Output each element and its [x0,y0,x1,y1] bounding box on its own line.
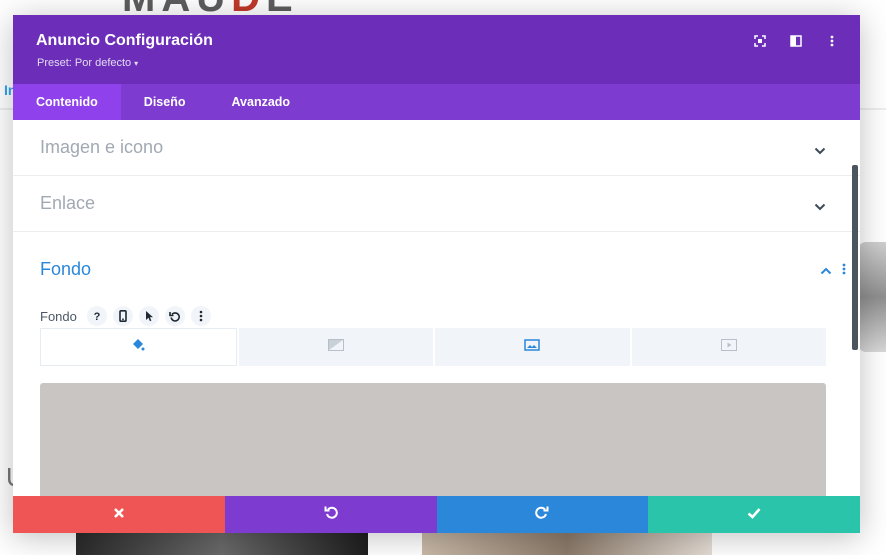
fullscreen-icon[interactable] [750,33,770,49]
chevron-down-icon[interactable] [814,198,826,216]
cancel-button[interactable] [13,496,225,533]
tab-contenido[interactable]: Contenido [13,84,121,120]
more-vertical-icon[interactable] [822,33,842,49]
more-vertical-icon[interactable] [842,262,846,280]
preset-selector[interactable]: Preset: Por defecto ▾ [37,57,138,69]
section-enlace[interactable]: Enlace [13,176,860,232]
chevron-up-icon[interactable] [820,262,832,280]
scrollbar[interactable] [852,165,858,350]
tab-image[interactable] [435,328,630,366]
site-photo [422,530,712,555]
preset-label: Preset: Por defecto [37,57,132,69]
tab-color[interactable] [40,328,237,366]
caret-down-icon: ▾ [134,59,139,68]
modal-body: Imagen e icono Enlace Fondo Fondo ? [13,120,860,496]
site-photo [76,530,368,555]
field-label: Fondo [40,308,77,324]
close-icon [113,506,125,524]
split-view-icon[interactable] [786,33,806,49]
save-button[interactable] [648,496,860,533]
tab-video[interactable] [631,328,826,366]
section-title[interactable]: Fondo [40,259,91,280]
redo-button[interactable] [436,496,649,533]
undo-button[interactable] [224,496,437,533]
paint-bucket-icon [131,338,145,357]
modal-header: Anuncio Configuración Preset: Por defect… [13,15,860,84]
reset-icon[interactable] [164,306,185,326]
undo-icon [324,505,338,524]
section-title: Imagen e icono [40,137,164,157]
gradient-icon [327,338,344,356]
tab-avanzado[interactable]: Avanzado [208,84,313,120]
svg-text:?: ? [94,311,101,322]
site-photo [858,242,886,352]
header-actions [750,33,842,49]
section-fondo: Fondo Fondo ? [13,232,860,496]
check-icon [747,506,761,524]
modal-title: Anuncio Configuración [36,32,213,49]
tab-gradient[interactable] [238,328,433,366]
fondo-field-header: Fondo ? [40,306,211,326]
more-vertical-icon[interactable] [190,306,211,326]
help-icon[interactable]: ? [86,306,107,326]
settings-modal: Anuncio Configuración Preset: Por defect… [13,15,860,533]
modal-footer [13,496,860,533]
tab-diseno[interactable]: Diseño [121,84,209,120]
section-imagen-e-icono[interactable]: Imagen e icono [13,120,860,176]
section-title: Enlace [40,193,96,213]
chevron-down-icon[interactable] [814,142,826,160]
video-icon [720,338,737,356]
background-type-tabs [40,328,826,366]
image-icon [524,338,540,356]
redo-icon [535,505,549,524]
hover-cursor-icon[interactable] [138,306,159,326]
background-color-preview[interactable] [40,383,826,496]
modal-tabs: Contenido Diseño Avanzado [13,84,860,120]
mobile-icon[interactable] [112,306,133,326]
section-controls [820,262,846,280]
